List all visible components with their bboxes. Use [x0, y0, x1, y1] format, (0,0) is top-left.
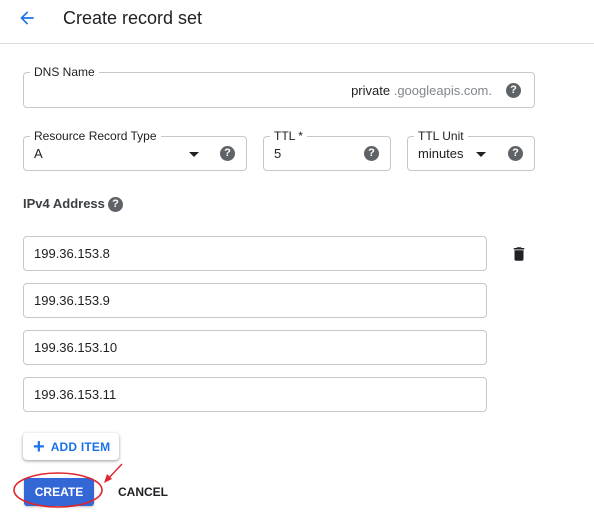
dns-name-value-wrap: private .googleapis.com. [351, 82, 492, 100]
help-icon[interactable]: ? [508, 146, 523, 161]
ttl-field[interactable]: TTL * 5 ? [263, 128, 391, 171]
ipv4-address-value: 199.36.153.11 [34, 387, 117, 402]
add-item-label: ADD ITEM [50, 439, 111, 454]
resource-record-type-label: Resource Record Type [30, 128, 161, 144]
ipv4-address-label-text: IPv4 Address [23, 196, 105, 211]
ipv4-address-value: 199.36.153.10 [34, 340, 118, 355]
back-button[interactable] [12, 4, 42, 32]
ttl-unit-label: TTL Unit [414, 128, 468, 144]
chevron-down-icon [189, 152, 199, 157]
dns-name-suffix: .googleapis.com. [393, 83, 492, 98]
delete-address-button[interactable] [510, 244, 528, 264]
arrow-back-icon [20, 11, 34, 25]
create-button[interactable]: CREATE [24, 478, 94, 506]
plus-icon: + [33, 435, 45, 458]
create-record-set-page: Create record set DNS Name private .goog… [0, 0, 594, 520]
resource-record-type-value: A [34, 146, 43, 161]
help-icon[interactable]: ? [108, 197, 123, 212]
ttl-unit-value: minutes [418, 146, 464, 161]
ttl-value: 5 [274, 146, 282, 161]
page-title: Create record set [63, 8, 203, 28]
ttl-unit-select[interactable]: TTL Unit minutes ? [407, 128, 535, 171]
header: Create record set [0, 0, 594, 44]
ttl-label: TTL * [270, 128, 307, 144]
ipv4-address-input[interactable]: 199.36.153.9 [23, 283, 487, 318]
help-icon[interactable]: ? [364, 146, 379, 161]
chevron-down-icon [476, 152, 486, 157]
ipv4-address-value: 199.36.153.8 [34, 246, 110, 261]
cancel-button[interactable]: CANCEL [110, 478, 176, 506]
ipv4-address-value: 199.36.153.9 [34, 293, 110, 308]
ipv4-address-input[interactable]: 199.36.153.10 [23, 330, 487, 365]
help-icon[interactable]: ? [220, 146, 235, 161]
resource-record-type-select[interactable]: Resource Record Type A ? [23, 128, 247, 171]
dns-name-field[interactable]: DNS Name private .googleapis.com. ? [23, 64, 535, 108]
ipv4-address-label: IPv4 Address [23, 196, 105, 212]
trash-icon [513, 247, 525, 261]
ipv4-address-input[interactable]: 199.36.153.11 [23, 377, 487, 412]
dns-name-label: DNS Name [30, 64, 99, 80]
add-item-button[interactable]: + ADD ITEM [23, 433, 119, 460]
help-icon[interactable]: ? [506, 83, 521, 98]
ipv4-address-input[interactable]: 199.36.153.8 [23, 236, 487, 271]
dns-name-value: private [351, 83, 391, 98]
